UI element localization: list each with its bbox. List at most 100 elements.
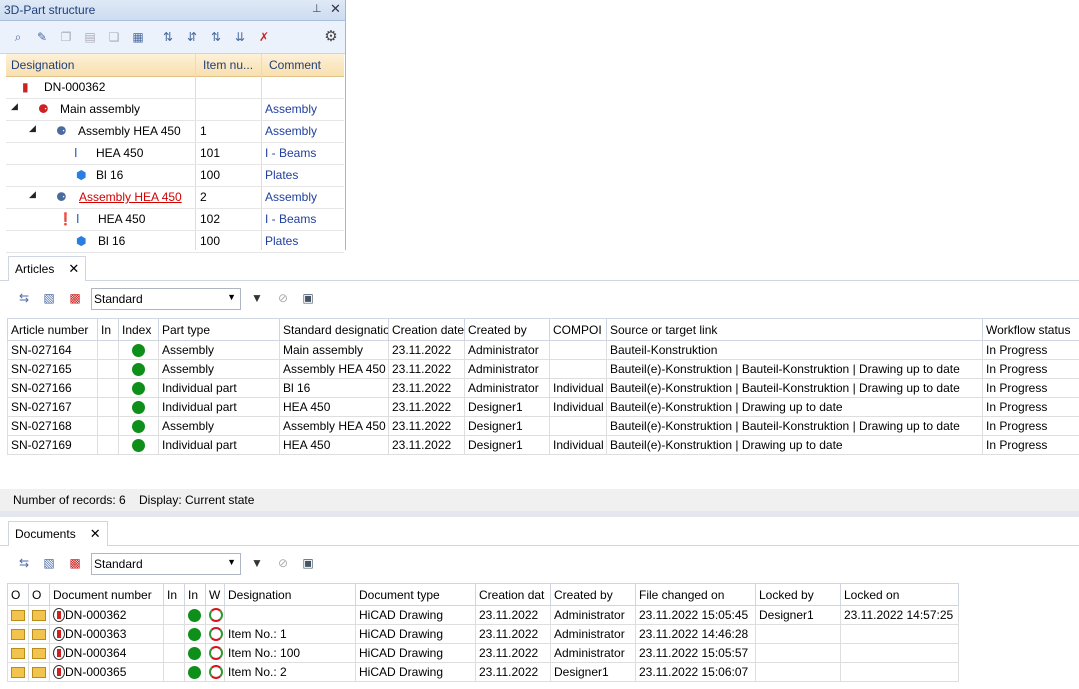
o2-cell[interactable]	[28, 624, 50, 644]
filter-icon[interactable]: ▼	[249, 290, 265, 306]
col-compoi[interactable]: COMPOI	[549, 318, 607, 341]
delete-icon[interactable]: ▩	[67, 290, 83, 306]
delete-icon[interactable]: ▩	[67, 555, 83, 571]
copy-icon[interactable]: ❐	[58, 29, 74, 45]
col-creation-date[interactable]: Creation date	[388, 318, 465, 341]
tree-row[interactable]: ⬢ Bl 16 100 Plates	[6, 230, 344, 253]
o2-cell[interactable]	[28, 643, 50, 663]
collapse-icon[interactable]: ◢	[29, 189, 36, 200]
col-designation[interactable]: Designation	[11, 58, 74, 72]
o1-cell[interactable]	[7, 662, 29, 682]
tree-row[interactable]: ◢ ⚈ Assembly HEA 450 1 Assembly	[6, 120, 344, 143]
image-icon[interactable]: ▧	[41, 555, 57, 571]
articles-header-row: Article number In Index Part type Standa…	[7, 318, 1079, 341]
sort-desc-icon[interactable]: ⇊	[232, 29, 248, 45]
close-icon[interactable]: ✕	[330, 1, 341, 17]
col-item-number[interactable]: Item nu...	[203, 58, 253, 72]
table-row[interactable]: SN-027165 Assembly Assembly HEA 450 23.11.2…	[7, 359, 1079, 379]
creation-date-cell: 23.11.2022	[475, 624, 551, 644]
in1-cell	[163, 624, 185, 644]
col-w[interactable]: W	[205, 583, 225, 606]
col-designation[interactable]: Designation	[224, 583, 356, 606]
o1-cell[interactable]	[7, 624, 29, 644]
status-dot-icon	[132, 420, 145, 434]
table-row[interactable]: SN-027164 Assembly Main assembly 23.11.2022…	[7, 340, 1079, 360]
export-icon[interactable]: ▣	[300, 290, 316, 306]
collapse-icon[interactable]: ◢	[29, 123, 36, 134]
table-row[interactable]: SN-027167 Individual part HEA 450 23.11.202…	[7, 397, 1079, 417]
col-document-number[interactable]: Document number	[49, 583, 164, 606]
col-article-number[interactable]: Article number	[7, 318, 98, 341]
col-standard-designation[interactable]: Standard designatio	[279, 318, 389, 341]
filter-icon[interactable]: ▼	[249, 555, 265, 571]
in1-cell	[163, 605, 185, 625]
w-cell	[205, 662, 225, 682]
close-icon[interactable]: ✕	[68, 261, 79, 276]
col-created-by[interactable]: Created by	[550, 583, 636, 606]
tree-row[interactable]: ⬢ Bl 16 100 Plates	[6, 164, 344, 187]
refresh-icon[interactable]: ⇆	[16, 555, 32, 571]
image-icon[interactable]: ▧	[41, 290, 57, 306]
table-row[interactable]: SN-027169 Individual part HEA 450 23.11.202…	[7, 435, 1079, 455]
col-locked-on[interactable]: Locked on	[840, 583, 959, 606]
articles-view-select[interactable]: Standard ▼	[91, 288, 241, 310]
tree-row[interactable]: ◢ ⚈ Assembly HEA 450 2 Assembly	[6, 186, 344, 209]
table-row[interactable]: SN-027166 Individual part Bl 16 23.11.2022 A…	[7, 378, 1079, 398]
search-icon[interactable]: ⌕	[10, 29, 26, 45]
pipette-icon[interactable]: ✎	[34, 29, 50, 45]
table-row[interactable]: SN-027168 Assembly Assembly HEA 450 23.11.2…	[7, 416, 1079, 436]
close-icon[interactable]: ✕	[90, 526, 101, 541]
compoi-cell: Individual	[549, 435, 607, 455]
table-row[interactable]: DN-000362 HiCAD Drawing 23.11.2022 Administ…	[7, 605, 959, 625]
tab-documents[interactable]: Documents ✕	[8, 521, 108, 546]
sort-asc-icon[interactable]: ⇅	[208, 29, 224, 45]
tree-row[interactable]: ▮ DN-000362	[6, 76, 344, 99]
clear-sort-icon[interactable]: ✗	[256, 29, 272, 45]
tree-row[interactable]: Ⅰ HEA 450 101 I - Beams	[6, 142, 344, 165]
collapse-icon[interactable]: ◢	[11, 101, 18, 112]
table-row[interactable]: DN-000363 Item No.: 1 HiCAD Drawing 23.11.2…	[7, 624, 959, 644]
panel-splitter[interactable]	[0, 511, 1079, 517]
drawing-icon	[53, 646, 65, 661]
paste-icon[interactable]: ▤	[82, 29, 98, 45]
part-structure-grid: Designation Item nu... Comment ▮ DN-0003…	[6, 54, 344, 253]
tree-row[interactable]: ◢ ⚈ Main assembly Assembly	[6, 98, 344, 121]
pin-icon[interactable]: ⊥	[312, 2, 322, 15]
col-locked-by[interactable]: Locked by	[755, 583, 841, 606]
sort-icon[interactable]: ⇅	[160, 29, 176, 45]
col-file-changed-on[interactable]: File changed on	[635, 583, 756, 606]
o2-cell[interactable]	[28, 662, 50, 682]
source-link-cell: Bauteil-Konstruktion	[606, 340, 983, 360]
o1-cell[interactable]	[7, 643, 29, 663]
table-row[interactable]: DN-000364 Item No.: 100 HiCAD Drawing 23.11…	[7, 643, 959, 663]
sort-num-icon[interactable]: ⇵	[184, 29, 200, 45]
o2-cell[interactable]	[28, 605, 50, 625]
col-creation-date[interactable]: Creation dat	[475, 583, 551, 606]
tree-row[interactable]: ❗ Ⅰ HEA 450 102 I - Beams	[6, 208, 344, 231]
col-part-type[interactable]: Part type	[158, 318, 280, 341]
col-document-type[interactable]: Document type	[355, 583, 476, 606]
clear-filter-icon[interactable]: ⊘	[275, 290, 291, 306]
refresh-icon[interactable]: ⇆	[16, 290, 32, 306]
col-workflow-status[interactable]: Workflow status	[982, 318, 1079, 341]
col-index[interactable]: Index	[118, 318, 159, 341]
tab-articles[interactable]: Articles ✕	[8, 256, 87, 281]
o1-cell[interactable]	[7, 605, 29, 625]
col-in1[interactable]: In	[163, 583, 185, 606]
paste-special-icon[interactable]: ❏	[106, 29, 122, 45]
col-in[interactable]: In	[97, 318, 119, 341]
col-in2[interactable]: In	[184, 583, 206, 606]
index-cell	[118, 359, 159, 379]
clear-filter-icon[interactable]: ⊘	[275, 555, 291, 571]
col-comment[interactable]: Comment	[269, 58, 321, 72]
col-created-by[interactable]: Created by	[464, 318, 550, 341]
col-source-link[interactable]: Source or target link	[606, 318, 983, 341]
delete-doc-icon[interactable]: ▦	[130, 29, 146, 45]
col-o1[interactable]: O	[7, 583, 29, 606]
folder-lock-icon	[11, 629, 25, 641]
export-icon[interactable]: ▣	[300, 555, 316, 571]
documents-view-select[interactable]: Standard ▼	[91, 553, 241, 575]
col-o2[interactable]: O	[28, 583, 50, 606]
gear-icon[interactable]: ⚙	[323, 29, 339, 45]
table-row[interactable]: DN-000365 Item No.: 2 HiCAD Drawing 23.11.2…	[7, 662, 959, 682]
